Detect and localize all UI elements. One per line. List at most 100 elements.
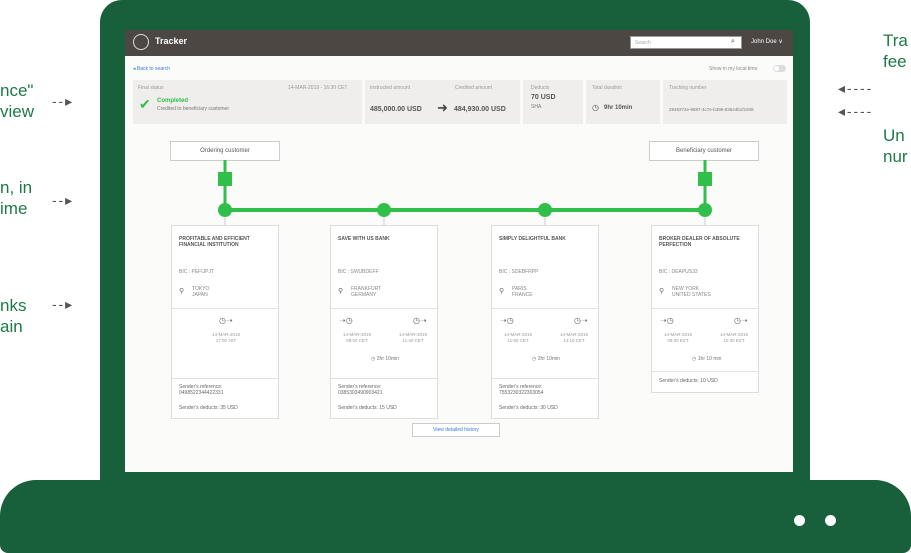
status-detail: Credited to beneficiary customer (157, 106, 229, 112)
bank-bic: BIC : SDEBFRPP (499, 269, 539, 275)
bank-duration: ◷ 1hr 10 min (692, 356, 722, 362)
sender-deducts: Sender's deducts: 15 USD (338, 405, 397, 411)
bank-node-1 (218, 203, 232, 217)
bank-location: TOKYO JAPAN (192, 286, 210, 298)
duration-label: Total duration (592, 85, 623, 91)
bank-duration: ◷ 2hr 10min (532, 356, 560, 362)
tracking-number: 2948372e-6697-4c7e-b399-83644b1f1948 (669, 107, 754, 112)
annotation-arrow: - - ▸ (52, 93, 72, 109)
sender-reference: Sender's reference: 7553230322303054 (499, 384, 544, 396)
annotation-right-2: Un nur (883, 126, 908, 166)
incoming-time: 14-MAR-2019 09:00 CET (342, 332, 371, 343)
bank-card[interactable]: PROFITABLE AND EFFICIENT FINANCIAL INSTI… (171, 225, 279, 419)
sender-reference: Sender's reference: 0385303490903421 (338, 384, 383, 396)
outgoing-time: 14-MAR-2019 10:30 EST (719, 332, 748, 343)
outgoing-time: 14-MAR-2019 14:10 CET (559, 332, 588, 343)
instructed-amount-label: Instructed amount (370, 85, 411, 91)
tracking-panel: Tracking number 2948372e-6697-4c7e-b399-… (663, 80, 787, 124)
bank-name: PROFITABLE AND EFFICIENT FINANCIAL INSTI… (179, 236, 250, 248)
app-screen: Tracker Search ⌕ John Doe ∨ ◂ Back to se… (125, 30, 793, 472)
amount-panel: Instructed amount Credited amount 485,00… (365, 80, 520, 124)
top-bar: Tracker Search ⌕ John Doe ∨ (125, 30, 793, 56)
incoming-time: 14-MAR-2019 09:20 EST (663, 332, 692, 343)
incoming-time: 14-MAR-2019 11:50 CET (503, 332, 532, 343)
location-pin-icon: ⚲ (659, 288, 665, 295)
bank-name: SAVE WITH US BANK (338, 236, 390, 242)
bank-node-4 (698, 203, 712, 217)
laptop-indicator-dot (825, 515, 836, 526)
outgoing-clock-icon: ◷➝ (574, 316, 588, 325)
location-pin-icon: ⚲ (499, 288, 505, 295)
checkmark-icon: ✔ (139, 96, 151, 112)
bank-card[interactable]: SAVE WITH US BANK BIC : SWUBDEFF ⚲ FRANK… (330, 225, 438, 419)
bank-name: BROKER DEALER OF ABSOLUTE PERFECTION (659, 236, 740, 248)
outgoing-clock-icon: ◷➝ (413, 316, 427, 325)
annotation-arrow: - - ▸ (52, 296, 72, 312)
local-time-label: Show in my local time (709, 66, 758, 72)
sender-deducts: Sender's deducts: 30 USD (499, 405, 558, 411)
status-label: Final status (138, 85, 164, 91)
bank-duration: ◷ 2hr 10min (371, 356, 399, 362)
duration-panel: Total duration ◷ 9hr 10min (586, 80, 660, 124)
ordering-customer-box[interactable]: Ordering customer (170, 141, 280, 161)
user-menu[interactable]: John Doe ∨ (751, 38, 783, 45)
bank-node-2 (377, 203, 391, 217)
duration-value: 9hr 10min (604, 105, 633, 111)
outgoing-time: 14-MAR-2019 17:00 JST (211, 332, 240, 343)
deducts-value: 70 USD (531, 94, 556, 101)
arrow-right-icon: ➜ (437, 100, 448, 115)
deducts-label: Deducts (531, 85, 550, 91)
tracking-label: Tracking number (669, 85, 707, 91)
annotation-arrow: - - ▸ (52, 192, 72, 208)
back-to-search-link[interactable]: ◂ Back to search (133, 66, 170, 72)
outgoing-clock-icon: ◷➝ (219, 316, 233, 325)
sender-reference: Sender's reference: 0498522344422331 (179, 384, 224, 396)
bank-location: NEW YORK UNITED STATES (672, 286, 711, 298)
bank-card[interactable]: SIMPLY DELIGHTFUL BANK BIC : SDEBFRPP ⚲ … (491, 225, 599, 419)
bank-bic: BIC : SWUBDEFF (338, 269, 379, 275)
beneficiary-node (698, 172, 712, 186)
bank-location: PARIS FRANCE (512, 286, 533, 298)
annotation-arrow: ◂ - - - - (838, 103, 871, 119)
annotation-arrow: ◂ - - - - (838, 80, 871, 96)
incoming-clock-icon: ➝◷ (660, 316, 674, 325)
outgoing-time: 14-MAR-2019 11:40 CET (398, 332, 427, 343)
beneficiary-customer-box[interactable]: Beneficiary customer (649, 141, 759, 161)
bank-name: SIMPLY DELIGHTFUL BANK (499, 236, 566, 242)
location-pin-icon: ⚲ (179, 288, 185, 295)
instructed-amount: 485,000.00 USD (370, 106, 422, 113)
payment-flow-line (218, 160, 712, 225)
status-datetime: 14-MAR-2019 - 16:30 CET (288, 85, 348, 91)
sender-deducts: Sender's deducts: 10 USD (659, 378, 718, 384)
laptop-base (0, 480, 911, 553)
sender-deducts: Sender's deducts: 35 USD (179, 405, 238, 411)
status-panel: Final status 14-MAR-2019 - 16:30 CET ✔ C… (133, 80, 362, 124)
bank-bic: BIC : PEFIJPJT (179, 269, 215, 275)
bank-card[interactable]: BROKER DEALER OF ABSOLUTE PERFECTION BIC… (651, 225, 759, 393)
annotation-left-3: nks ain (0, 296, 27, 336)
location-pin-icon: ⚲ (338, 288, 344, 295)
status-value: Completed (157, 98, 189, 104)
local-time-toggle[interactable] (773, 65, 786, 72)
annotation-left-2: n, in ime (0, 178, 33, 218)
app-title: Tracker (155, 36, 188, 46)
incoming-clock-icon: ➝◷ (339, 316, 353, 325)
clock-icon: ◷ (592, 103, 599, 112)
bank-location: FRANKFURT GERMANY (351, 286, 382, 298)
annotation-right-1: Tra fee (883, 31, 908, 71)
deducts-panel: Deducts 70 USD SHA (523, 80, 583, 124)
bank-node-3 (538, 203, 552, 217)
logo-icon (133, 34, 149, 50)
search-input[interactable]: Search (630, 36, 742, 49)
bank-bic: BIC : DEAPUS33 (659, 269, 698, 275)
credited-amount: 484,930.00 USD (454, 106, 506, 113)
deducts-type: SHA (531, 104, 542, 110)
ordering-node (218, 172, 232, 186)
view-history-button[interactable]: View detailed history (412, 423, 500, 437)
annotation-left-1: nce" view (0, 81, 35, 121)
outgoing-clock-icon: ◷➝ (734, 316, 748, 325)
credited-amount-label: Credited amount (455, 85, 492, 91)
laptop-indicator-dot (794, 515, 805, 526)
incoming-clock-icon: ➝◷ (500, 316, 514, 325)
search-icon[interactable]: ⌕ (731, 38, 735, 46)
